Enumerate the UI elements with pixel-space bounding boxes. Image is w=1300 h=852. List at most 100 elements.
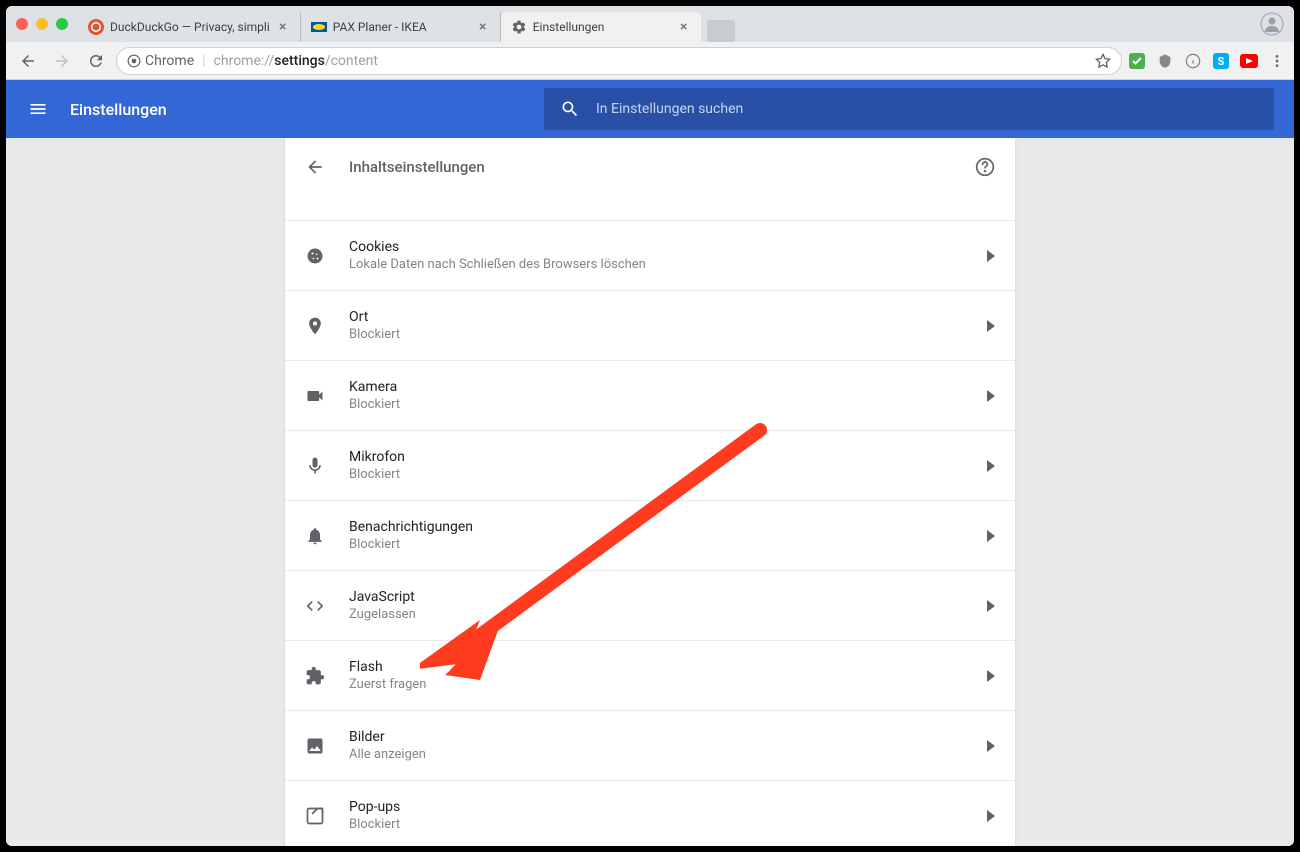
titlebar-right (1260, 12, 1284, 36)
row-title: Benachrichtigungen (349, 519, 963, 535)
scroll-area: Inhaltseinstellungen Cookies Lokale Date… (6, 138, 1294, 846)
settings-row-microphone[interactable]: Mikrofon Blockiert (285, 430, 1015, 500)
row-text: Bilder Alle anzeigen (349, 729, 963, 762)
puzzle-icon (305, 666, 325, 686)
ikea-favicon (311, 19, 327, 35)
settings-header: Einstellungen (6, 80, 1294, 138)
new-tab-button[interactable] (707, 20, 735, 42)
gear-icon (511, 19, 527, 35)
profile-avatar-icon[interactable] (1260, 12, 1284, 36)
row-subtitle: Blockiert (349, 327, 963, 342)
tab-close-button[interactable]: × (677, 20, 691, 34)
settings-row-javascript[interactable]: JavaScript Zugelassen (285, 570, 1015, 640)
toolbar: Chrome | chrome://settings/content S (6, 42, 1294, 80)
chip-label: Chrome (145, 53, 194, 69)
extension-info-icon[interactable] (1184, 52, 1202, 70)
row-title: Flash (349, 659, 963, 675)
panel-title: Inhaltseinstellungen (349, 158, 951, 176)
location-icon (305, 316, 325, 336)
duckduckgo-favicon (88, 19, 104, 35)
chevron-right-icon (987, 600, 995, 612)
row-subtitle: Blockiert (349, 537, 963, 552)
chevron-right-icon (987, 460, 995, 472)
svg-text:S: S (1218, 55, 1225, 68)
row-subtitle: Zuerst fragen (349, 677, 963, 692)
bookmark-star-icon[interactable] (1095, 53, 1111, 69)
browser-window: DuckDuckGo — Privacy, simpli × PAX Plane… (6, 6, 1294, 846)
tab-settings[interactable]: Einstellungen × (501, 12, 701, 42)
back-button[interactable] (14, 47, 42, 75)
row-title: Bilder (349, 729, 963, 745)
row-title: Cookies (349, 239, 963, 255)
row-text: Mikrofon Blockiert (349, 449, 963, 482)
row-text: Ort Blockiert (349, 309, 963, 342)
chevron-right-icon (987, 390, 995, 402)
row-text: Cookies Lokale Daten nach Schließen des … (349, 239, 963, 272)
content-area: Einstellungen Inhaltseinstellungen (6, 80, 1294, 846)
settings-row-camera[interactable]: Kamera Blockiert (285, 360, 1015, 430)
search-input[interactable] (596, 101, 1258, 117)
row-subtitle: Blockiert (349, 817, 963, 832)
settings-row-popups[interactable]: Pop-ups Blockiert (285, 780, 1015, 846)
panel-back-button[interactable] (305, 157, 325, 177)
tab-duckduckgo[interactable]: DuckDuckGo — Privacy, simpli × (78, 12, 301, 42)
row-subtitle: Blockiert (349, 397, 963, 412)
extension-checkmark-icon[interactable] (1128, 52, 1146, 70)
forward-button[interactable] (48, 47, 76, 75)
camera-icon (305, 386, 325, 406)
microphone-icon (305, 456, 325, 476)
tab-close-button[interactable]: × (476, 20, 490, 34)
settings-panel: Inhaltseinstellungen Cookies Lokale Date… (285, 138, 1015, 846)
tab-title: DuckDuckGo — Privacy, simpli (110, 20, 270, 34)
row-text: Pop-ups Blockiert (349, 799, 963, 832)
reload-button[interactable] (82, 47, 110, 75)
url-text: chrome://settings/content (214, 53, 378, 69)
minimize-window-button[interactable] (36, 18, 48, 30)
row-text: Benachrichtigungen Blockiert (349, 519, 963, 552)
tab-strip: DuckDuckGo — Privacy, simpli × PAX Plane… (78, 6, 1260, 42)
row-text: JavaScript Zugelassen (349, 589, 963, 622)
row-subtitle: Alle anzeigen (349, 747, 963, 762)
row-subtitle: Lokale Daten nach Schließen des Browsers… (349, 257, 963, 272)
chevron-right-icon (987, 740, 995, 752)
extension-shield-icon[interactable] (1156, 52, 1174, 70)
row-title: JavaScript (349, 589, 963, 605)
settings-search[interactable] (544, 88, 1274, 130)
cookie-icon (305, 246, 325, 266)
settings-row-images[interactable]: Bilder Alle anzeigen (285, 710, 1015, 780)
chevron-right-icon (987, 670, 995, 682)
close-window-button[interactable] (16, 18, 28, 30)
popup-icon (305, 806, 325, 826)
settings-row-flash[interactable]: Flash Zuerst fragen (285, 640, 1015, 710)
row-title: Pop-ups (349, 799, 963, 815)
row-subtitle: Zugelassen (349, 607, 963, 622)
image-icon (305, 736, 325, 756)
code-icon (305, 596, 325, 616)
row-title: Kamera (349, 379, 963, 395)
row-subtitle: Blockiert (349, 467, 963, 482)
row-text: Kamera Blockiert (349, 379, 963, 412)
chevron-right-icon (987, 530, 995, 542)
search-icon (560, 99, 580, 119)
address-bar[interactable]: Chrome | chrome://settings/content (116, 47, 1122, 75)
settings-row-location[interactable]: Ort Blockiert (285, 290, 1015, 360)
tab-title: PAX Planer - IKEA (333, 20, 470, 34)
row-title: Mikrofon (349, 449, 963, 465)
hamburger-menu-icon[interactable] (26, 97, 50, 121)
settings-row-cookies[interactable]: Cookies Lokale Daten nach Schließen des … (285, 220, 1015, 290)
maximize-window-button[interactable] (56, 18, 68, 30)
chevron-right-icon (987, 250, 995, 262)
traffic-lights (16, 18, 68, 30)
tab-ikea[interactable]: PAX Planer - IKEA × (301, 12, 501, 42)
chevron-right-icon (987, 810, 995, 822)
tab-close-button[interactable]: × (276, 20, 290, 34)
tab-title: Einstellungen (533, 20, 671, 34)
settings-row-notifications[interactable]: Benachrichtigungen Blockiert (285, 500, 1015, 570)
extension-skype-icon[interactable]: S (1212, 52, 1230, 70)
help-icon[interactable] (975, 157, 995, 177)
extension-youtube-icon[interactable] (1240, 52, 1258, 70)
menu-button[interactable] (1268, 52, 1286, 70)
bell-icon (305, 526, 325, 546)
row-title: Ort (349, 309, 963, 325)
row-text: Flash Zuerst fragen (349, 659, 963, 692)
